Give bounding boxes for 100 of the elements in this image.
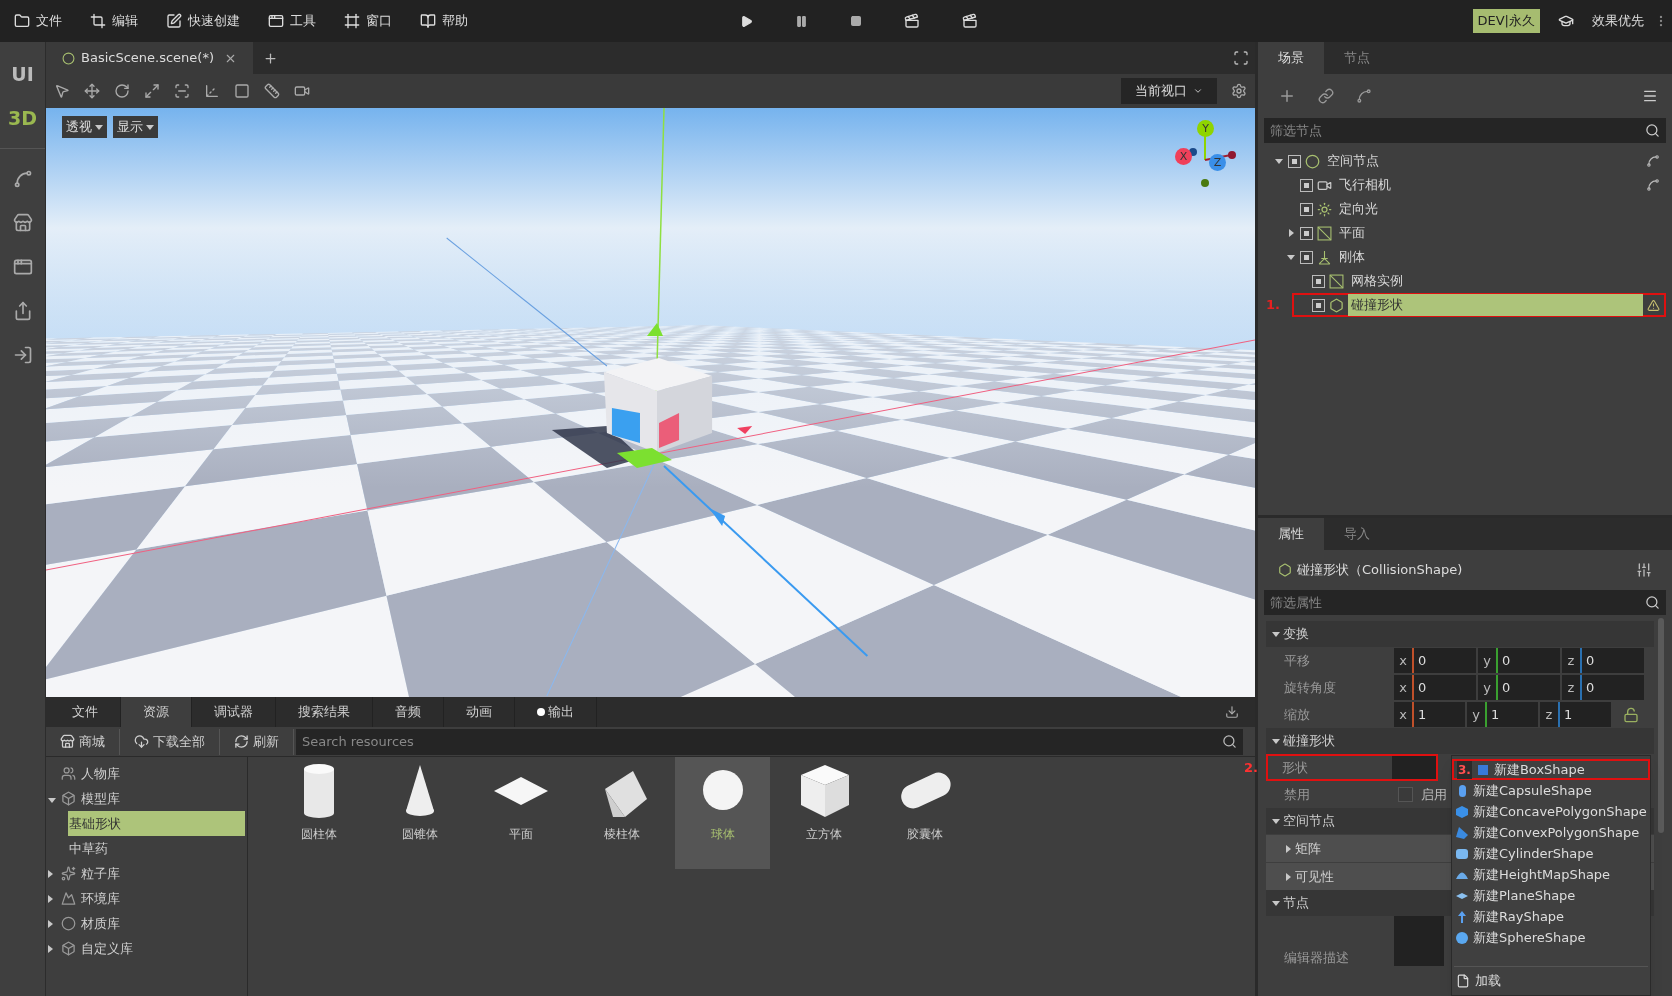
clapperboard-icon[interactable] (962, 13, 979, 29)
expand-arrow-icon[interactable] (1272, 818, 1280, 824)
settings-icon[interactable] (1231, 83, 1247, 99)
toolbar-button[interactable]: 刷新 (220, 728, 294, 755)
asset-tile[interactable]: 胶囊体 (877, 757, 972, 869)
menu-item[interactable]: 新建HeightMapShape (1452, 864, 1650, 885)
visibility-toggle[interactable] (1300, 178, 1313, 192)
asset-tile[interactable]: 圆柱体 (271, 757, 366, 869)
tree-item[interactable]: 飞行相机 (1336, 174, 1642, 196)
asset-tile[interactable]: 球体 (675, 757, 770, 869)
add-tab-icon[interactable] (263, 50, 278, 66)
collapse-arrow-icon[interactable] (48, 919, 53, 928)
focus-icon[interactable] (1233, 50, 1249, 66)
clapperboard-icon[interactable] (904, 13, 921, 29)
sliders-icon[interactable] (1636, 562, 1652, 578)
menu-item[interactable]: 窗口 (334, 6, 402, 36)
menu-item[interactable]: 新建PlaneShape (1452, 885, 1650, 906)
library-item[interactable]: 环境库 (81, 888, 120, 909)
expand-arrow-icon[interactable] (1272, 631, 1280, 637)
login-icon[interactable] (12, 345, 33, 365)
store-icon[interactable] (12, 213, 33, 233)
ruler-icon[interactable] (264, 83, 280, 99)
collapse-arrow-icon[interactable] (1288, 229, 1294, 237)
tree-item[interactable]: 空间节点 (1324, 150, 1642, 172)
tree-item[interactable]: 刚体 (1336, 246, 1666, 268)
tree-item[interactable]: 平面 (1336, 222, 1666, 244)
pause-icon[interactable] (795, 14, 809, 28)
asset-tile[interactable]: 棱柱体 (574, 757, 669, 869)
video-icon[interactable] (294, 83, 310, 99)
node-graph-icon[interactable] (1646, 154, 1660, 168)
checkbox[interactable] (1398, 787, 1413, 802)
move-icon[interactable] (84, 83, 100, 99)
expand-arrow-icon[interactable] (48, 797, 56, 803)
scene-tab[interactable]: BasicScene.scene(*) (46, 42, 253, 74)
search-icon[interactable] (1222, 734, 1237, 749)
filter-box[interactable]: 筛选节点 (1264, 118, 1666, 143)
tree-item[interactable]: 定向光 (1336, 198, 1666, 220)
number-field[interactable]: x 0 (1394, 648, 1476, 673)
stop-icon[interactable] (850, 15, 863, 27)
graduation-cap-icon[interactable] (1558, 13, 1574, 29)
library-item[interactable]: 材质库 (81, 913, 120, 934)
panel-tab[interactable]: 资源 (121, 697, 192, 727)
expand-arrow-icon[interactable] (1272, 900, 1280, 906)
filter-field[interactable]: 筛选属性 (1270, 592, 1645, 613)
view-dropdown[interactable]: 透视 (62, 116, 107, 138)
viewport-dropdown[interactable]: 当前视口 (1121, 78, 1217, 104)
visibility-toggle[interactable] (1300, 250, 1313, 264)
expand-arrow-icon[interactable] (1287, 254, 1295, 260)
collapse-arrow-icon[interactable] (48, 869, 53, 878)
mode-tab[interactable]: 3D (8, 96, 37, 140)
panel-tab[interactable]: 调试器 (192, 697, 276, 727)
panel-tab[interactable]: 场景 (1258, 42, 1324, 74)
menu-item[interactable]: 快速创建 (156, 6, 250, 36)
visibility-toggle[interactable] (1312, 298, 1325, 312)
square-icon[interactable] (234, 83, 250, 99)
menu-item[interactable]: 新建RayShape (1452, 906, 1650, 927)
quality-dropdown[interactable]: 效果优先 (1592, 11, 1644, 31)
node-graph-icon[interactable] (1356, 88, 1372, 104)
node-graph-icon[interactable] (1646, 178, 1660, 192)
panel-tab[interactable]: 搜索结果 (276, 697, 373, 727)
menu-item[interactable]: 新建SphereShape (1452, 927, 1650, 948)
tree-item[interactable]: 碰撞形状 (1348, 294, 1643, 316)
panel-tab[interactable]: 输出 (515, 697, 597, 727)
number-field[interactable]: x 0 (1394, 675, 1476, 700)
collapse-arrow-icon[interactable] (1286, 872, 1291, 881)
expand-arrow-icon[interactable] (146, 124, 154, 130)
search-box[interactable]: Search resources (296, 728, 1243, 755)
menu-item[interactable]: 工具 (258, 6, 326, 36)
number-field[interactable]: y 0 (1478, 675, 1560, 700)
number-field[interactable]: y 0 (1478, 648, 1560, 673)
library-item[interactable]: 模型库 (81, 788, 120, 809)
panel-tab[interactable]: 音频 (373, 697, 444, 727)
scale-icon[interactable] (144, 83, 160, 99)
view-dropdown[interactable]: 显示 (113, 116, 158, 138)
library-item[interactable]: 自定义库 (81, 938, 133, 959)
number-field[interactable]: x 1 (1394, 702, 1465, 727)
filter-field[interactable]: 筛选节点 (1270, 120, 1645, 141)
collapse-arrow-icon[interactable] (48, 944, 53, 953)
visibility-toggle[interactable] (1300, 202, 1313, 216)
visibility-toggle[interactable] (1312, 274, 1325, 288)
link-icon[interactable] (1318, 88, 1334, 104)
collapse-arrow-icon[interactable] (48, 894, 53, 903)
panel-tab[interactable]: 节点 (1324, 42, 1390, 74)
axis-icon[interactable] (204, 83, 220, 99)
menu-item[interactable]: 帮助 (410, 6, 478, 36)
search-field[interactable]: Search resources (302, 731, 1222, 752)
play-icon[interactable] (740, 14, 754, 28)
expand-arrow-icon[interactable] (1272, 738, 1280, 744)
menu-item[interactable]: 新建CylinderShape (1452, 843, 1650, 864)
panel-tab[interactable]: 属性 (1258, 518, 1324, 550)
library-item[interactable]: 中草药 (68, 836, 245, 861)
library-item[interactable]: 人物库 (81, 763, 120, 784)
mode-tab[interactable]: UI (11, 52, 34, 96)
expand-arrow-icon[interactable] (1275, 158, 1283, 164)
download-icon[interactable] (1225, 705, 1239, 719)
pointer-icon[interactable] (54, 83, 70, 99)
search-icon[interactable] (1645, 595, 1660, 610)
select-frame-icon[interactable] (174, 83, 190, 99)
panel-tab[interactable]: 动画 (444, 697, 515, 727)
node-graph-icon[interactable] (12, 169, 33, 189)
